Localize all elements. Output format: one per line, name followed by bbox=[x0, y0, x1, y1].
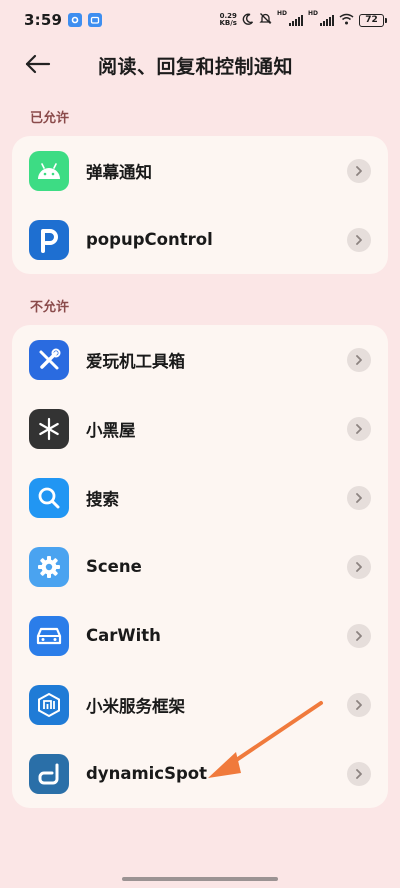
gear-icon bbox=[29, 546, 69, 587]
back-arrow-icon bbox=[25, 54, 51, 74]
mi-hexagon-icon bbox=[29, 684, 69, 725]
signal-icon bbox=[320, 14, 334, 26]
chevron-right-icon bbox=[347, 761, 371, 786]
chevron-right-icon bbox=[347, 158, 371, 183]
hd-badge: HD bbox=[307, 10, 318, 17]
battery-indicator: 72 bbox=[359, 13, 387, 27]
moon-icon bbox=[242, 13, 254, 28]
allowed-apps-card: 弹幕通知 popupControl bbox=[12, 136, 388, 274]
chevron-right-icon bbox=[347, 227, 371, 252]
back-button[interactable] bbox=[22, 48, 54, 80]
d-letter-icon bbox=[29, 753, 69, 794]
snowflake-icon bbox=[29, 408, 69, 449]
wifi-icon bbox=[339, 13, 354, 28]
chevron-right-icon bbox=[347, 416, 371, 441]
home-indicator[interactable] bbox=[122, 877, 278, 881]
chevron-right-icon bbox=[347, 623, 371, 648]
app-name: CarWith bbox=[86, 626, 161, 645]
app-name: dynamicSpot bbox=[86, 764, 207, 783]
chevron-right-icon bbox=[347, 347, 371, 372]
chevron-right-icon bbox=[347, 692, 371, 717]
app-row-scene[interactable]: Scene bbox=[12, 532, 388, 601]
top-bar: 阅读、回复和控制通知 bbox=[0, 42, 400, 86]
app-row-blackroom[interactable]: 小黑屋 bbox=[12, 394, 388, 463]
app-name: 小黑屋 bbox=[86, 420, 136, 440]
page-title: 阅读、回复和控制通知 bbox=[98, 56, 294, 78]
app-name: 爱玩机工具箱 bbox=[86, 351, 185, 371]
not-allowed-section-label: 不允许 bbox=[30, 300, 70, 315]
app-row-popupcontrol[interactable]: popupControl bbox=[12, 205, 388, 274]
hd-badge: HD bbox=[276, 10, 287, 17]
signal-icon bbox=[288, 14, 303, 26]
app-row-search[interactable]: 搜索 bbox=[12, 463, 388, 532]
silent-bell-icon bbox=[259, 12, 272, 28]
wrench-screwdriver-icon bbox=[29, 339, 69, 380]
allowed-section-label: 已允许 bbox=[30, 111, 70, 126]
status-time: 3:59 bbox=[24, 11, 63, 29]
car-icon bbox=[29, 615, 69, 656]
app-name: popupControl bbox=[86, 230, 213, 249]
app-name: 小米服务框架 bbox=[86, 696, 185, 716]
magnifier-icon bbox=[29, 477, 69, 518]
app-name: 弹幕通知 bbox=[86, 162, 152, 182]
chevron-right-icon bbox=[347, 554, 371, 579]
android-icon bbox=[29, 150, 69, 191]
gear-notification-icon bbox=[68, 13, 83, 27]
not-allowed-apps-card: 爱玩机工具箱 小黑屋 搜索 Scene CarWith 小米服务框架 dynam… bbox=[12, 325, 388, 808]
chevron-right-icon bbox=[347, 485, 371, 510]
app-row-danmaku[interactable]: 弹幕通知 bbox=[12, 136, 388, 205]
status-bar: 3:59 0.29 KB/s HD HD 72 bbox=[0, 0, 400, 40]
network-speed: 0.29 KB/s bbox=[219, 12, 237, 27]
app-name: Scene bbox=[86, 557, 142, 576]
p-letter-icon bbox=[29, 219, 69, 260]
app-name: 搜索 bbox=[86, 489, 119, 509]
app-row-carwith[interactable]: CarWith bbox=[12, 601, 388, 670]
app-row-dynamicspot[interactable]: dynamicSpot bbox=[12, 739, 388, 808]
app-row-toolbox[interactable]: 爱玩机工具箱 bbox=[12, 325, 388, 394]
bilibili-notification-icon bbox=[88, 13, 103, 27]
app-row-xiaomi-service[interactable]: 小米服务框架 bbox=[12, 670, 388, 739]
